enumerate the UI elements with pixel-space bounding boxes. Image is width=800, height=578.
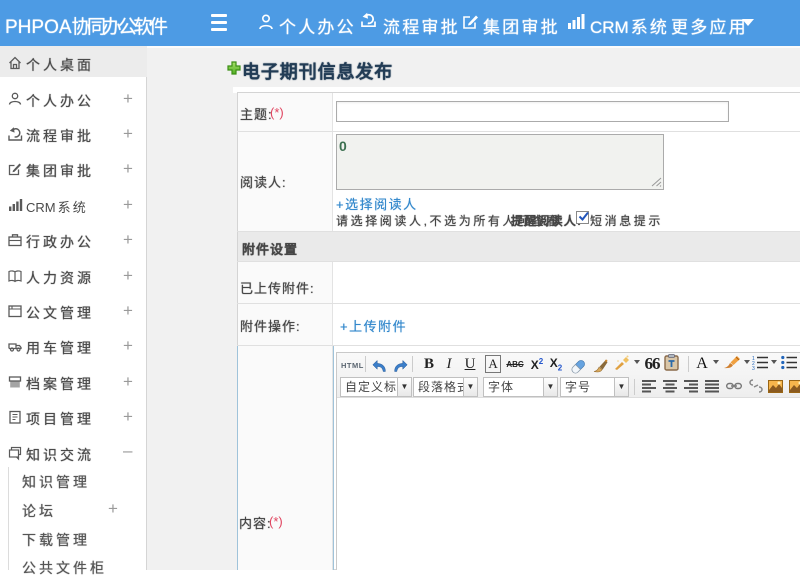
svg-text:3: 3 <box>752 366 755 370</box>
